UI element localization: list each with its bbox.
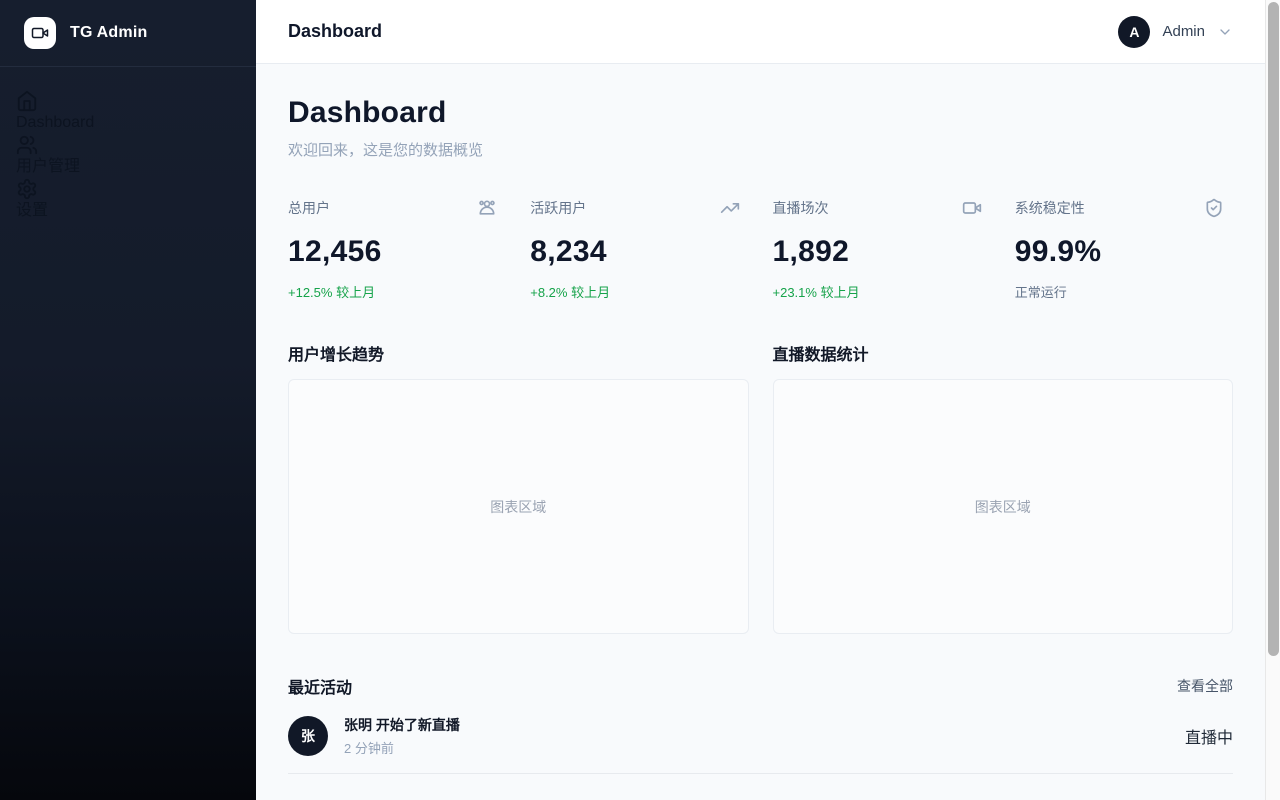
users-group-icon <box>477 198 497 218</box>
recent-activity-title: 最近活动 <box>288 674 352 698</box>
chart-live-stats: 直播数据统计 图表区域 <box>773 341 1234 634</box>
chart-area: 图表区域 <box>288 379 749 634</box>
chevron-down-icon <box>1217 24 1233 40</box>
chart-area: 图表区域 <box>773 379 1234 634</box>
stat-delta: +8.2% 较上月 <box>530 282 748 301</box>
user-avatar[interactable]: A <box>1118 16 1150 48</box>
stat-label: 直播场次 <box>773 198 829 218</box>
vertical-scrollbar[interactable] <box>1265 0 1280 800</box>
stats-row: 总用户 12,456 +12.5% 较上月 活跃用户 8,234 +8.2% 较… <box>288 198 1233 301</box>
sidebar-item-label: 设置 <box>16 200 240 222</box>
brand: TG Admin <box>0 0 256 67</box>
stat-value: 1,892 <box>773 235 991 269</box>
stat-value: 12,456 <box>288 235 506 269</box>
user-name: Admin <box>1162 23 1205 40</box>
stat-label: 系统稳定性 <box>1015 198 1085 218</box>
video-icon <box>962 198 982 218</box>
page-title: Dashboard <box>288 96 1233 130</box>
sidebar-item-label: Dashboard <box>16 112 240 134</box>
stat-delta: +12.5% 较上月 <box>288 282 506 301</box>
settings-icon <box>16 178 38 200</box>
stat-delta: 正常运行 <box>1015 282 1233 301</box>
sidebar-nav: Dashboard 用户管理 设置 <box>0 67 256 222</box>
activity-list-item[interactable]: 张 张明 开始了新直播 2 分钟前 直播中 <box>288 698 1233 774</box>
stat-card-system-uptime: 系统稳定性 99.9% 正常运行 <box>1015 198 1233 301</box>
sidebar-item-dashboard[interactable]: Dashboard <box>16 90 240 134</box>
sidebar-item-user-management[interactable]: 用户管理 <box>16 134 240 178</box>
sidebar-item-label: 用户管理 <box>16 156 240 178</box>
stat-delta: +23.1% 较上月 <box>773 282 991 301</box>
home-icon <box>16 90 38 112</box>
page-subtitle: 欢迎回来，这是您的数据概览 <box>288 139 1233 160</box>
stat-card-active-users: 活跃用户 8,234 +8.2% 较上月 <box>530 198 748 301</box>
chart-title: 直播数据统计 <box>773 341 1234 365</box>
content-area: Dashboard 欢迎回来，这是您的数据概览 总用户 12,456 +12.5… <box>256 64 1265 800</box>
stat-label: 总用户 <box>288 198 330 218</box>
stat-card-total-users: 总用户 12,456 +12.5% 较上月 <box>288 198 506 301</box>
chart-user-growth: 用户增长趋势 图表区域 <box>288 341 749 634</box>
trending-up-icon <box>720 198 740 218</box>
main-column: Dashboard A Admin Dashboard 欢迎回来，这是您的数据概… <box>256 0 1265 800</box>
top-header: Dashboard A Admin <box>256 0 1265 64</box>
shield-check-icon <box>1204 198 1224 218</box>
users-icon <box>16 134 38 156</box>
activity-time: 2 分钟前 <box>344 738 1169 757</box>
video-camera-icon <box>31 24 49 42</box>
chart-placeholder-text: 图表区域 <box>490 497 546 517</box>
sidebar-item-settings[interactable]: 设置 <box>16 178 240 222</box>
scrollbar-thumb[interactable] <box>1268 2 1279 656</box>
charts-row: 用户增长趋势 图表区域 直播数据统计 图表区域 <box>288 341 1233 634</box>
stat-value: 8,234 <box>530 235 748 269</box>
chart-placeholder-text: 图表区域 <box>975 497 1031 517</box>
brand-name: TG Admin <box>70 24 147 42</box>
user-menu[interactable]: A Admin <box>1118 16 1233 48</box>
brand-logo <box>24 17 56 49</box>
stat-label: 活跃用户 <box>530 198 586 218</box>
activity-text: 张明 开始了新直播 <box>344 715 1169 735</box>
header-title: Dashboard <box>288 21 382 42</box>
recent-activity-section: 最近活动 查看全部 张 张明 开始了新直播 2 分钟前 直播中 <box>288 674 1233 774</box>
stat-card-live-sessions: 直播场次 1,892 +23.1% 较上月 <box>773 198 991 301</box>
activity-avatar: 张 <box>288 716 328 756</box>
chart-title: 用户增长趋势 <box>288 341 749 365</box>
sidebar: TG Admin Dashboard 用户管理 设置 <box>0 0 256 800</box>
view-all-link[interactable]: 查看全部 <box>1177 676 1233 696</box>
stat-value: 99.9% <box>1015 235 1233 269</box>
activity-status-badge: 直播中 <box>1185 724 1233 748</box>
